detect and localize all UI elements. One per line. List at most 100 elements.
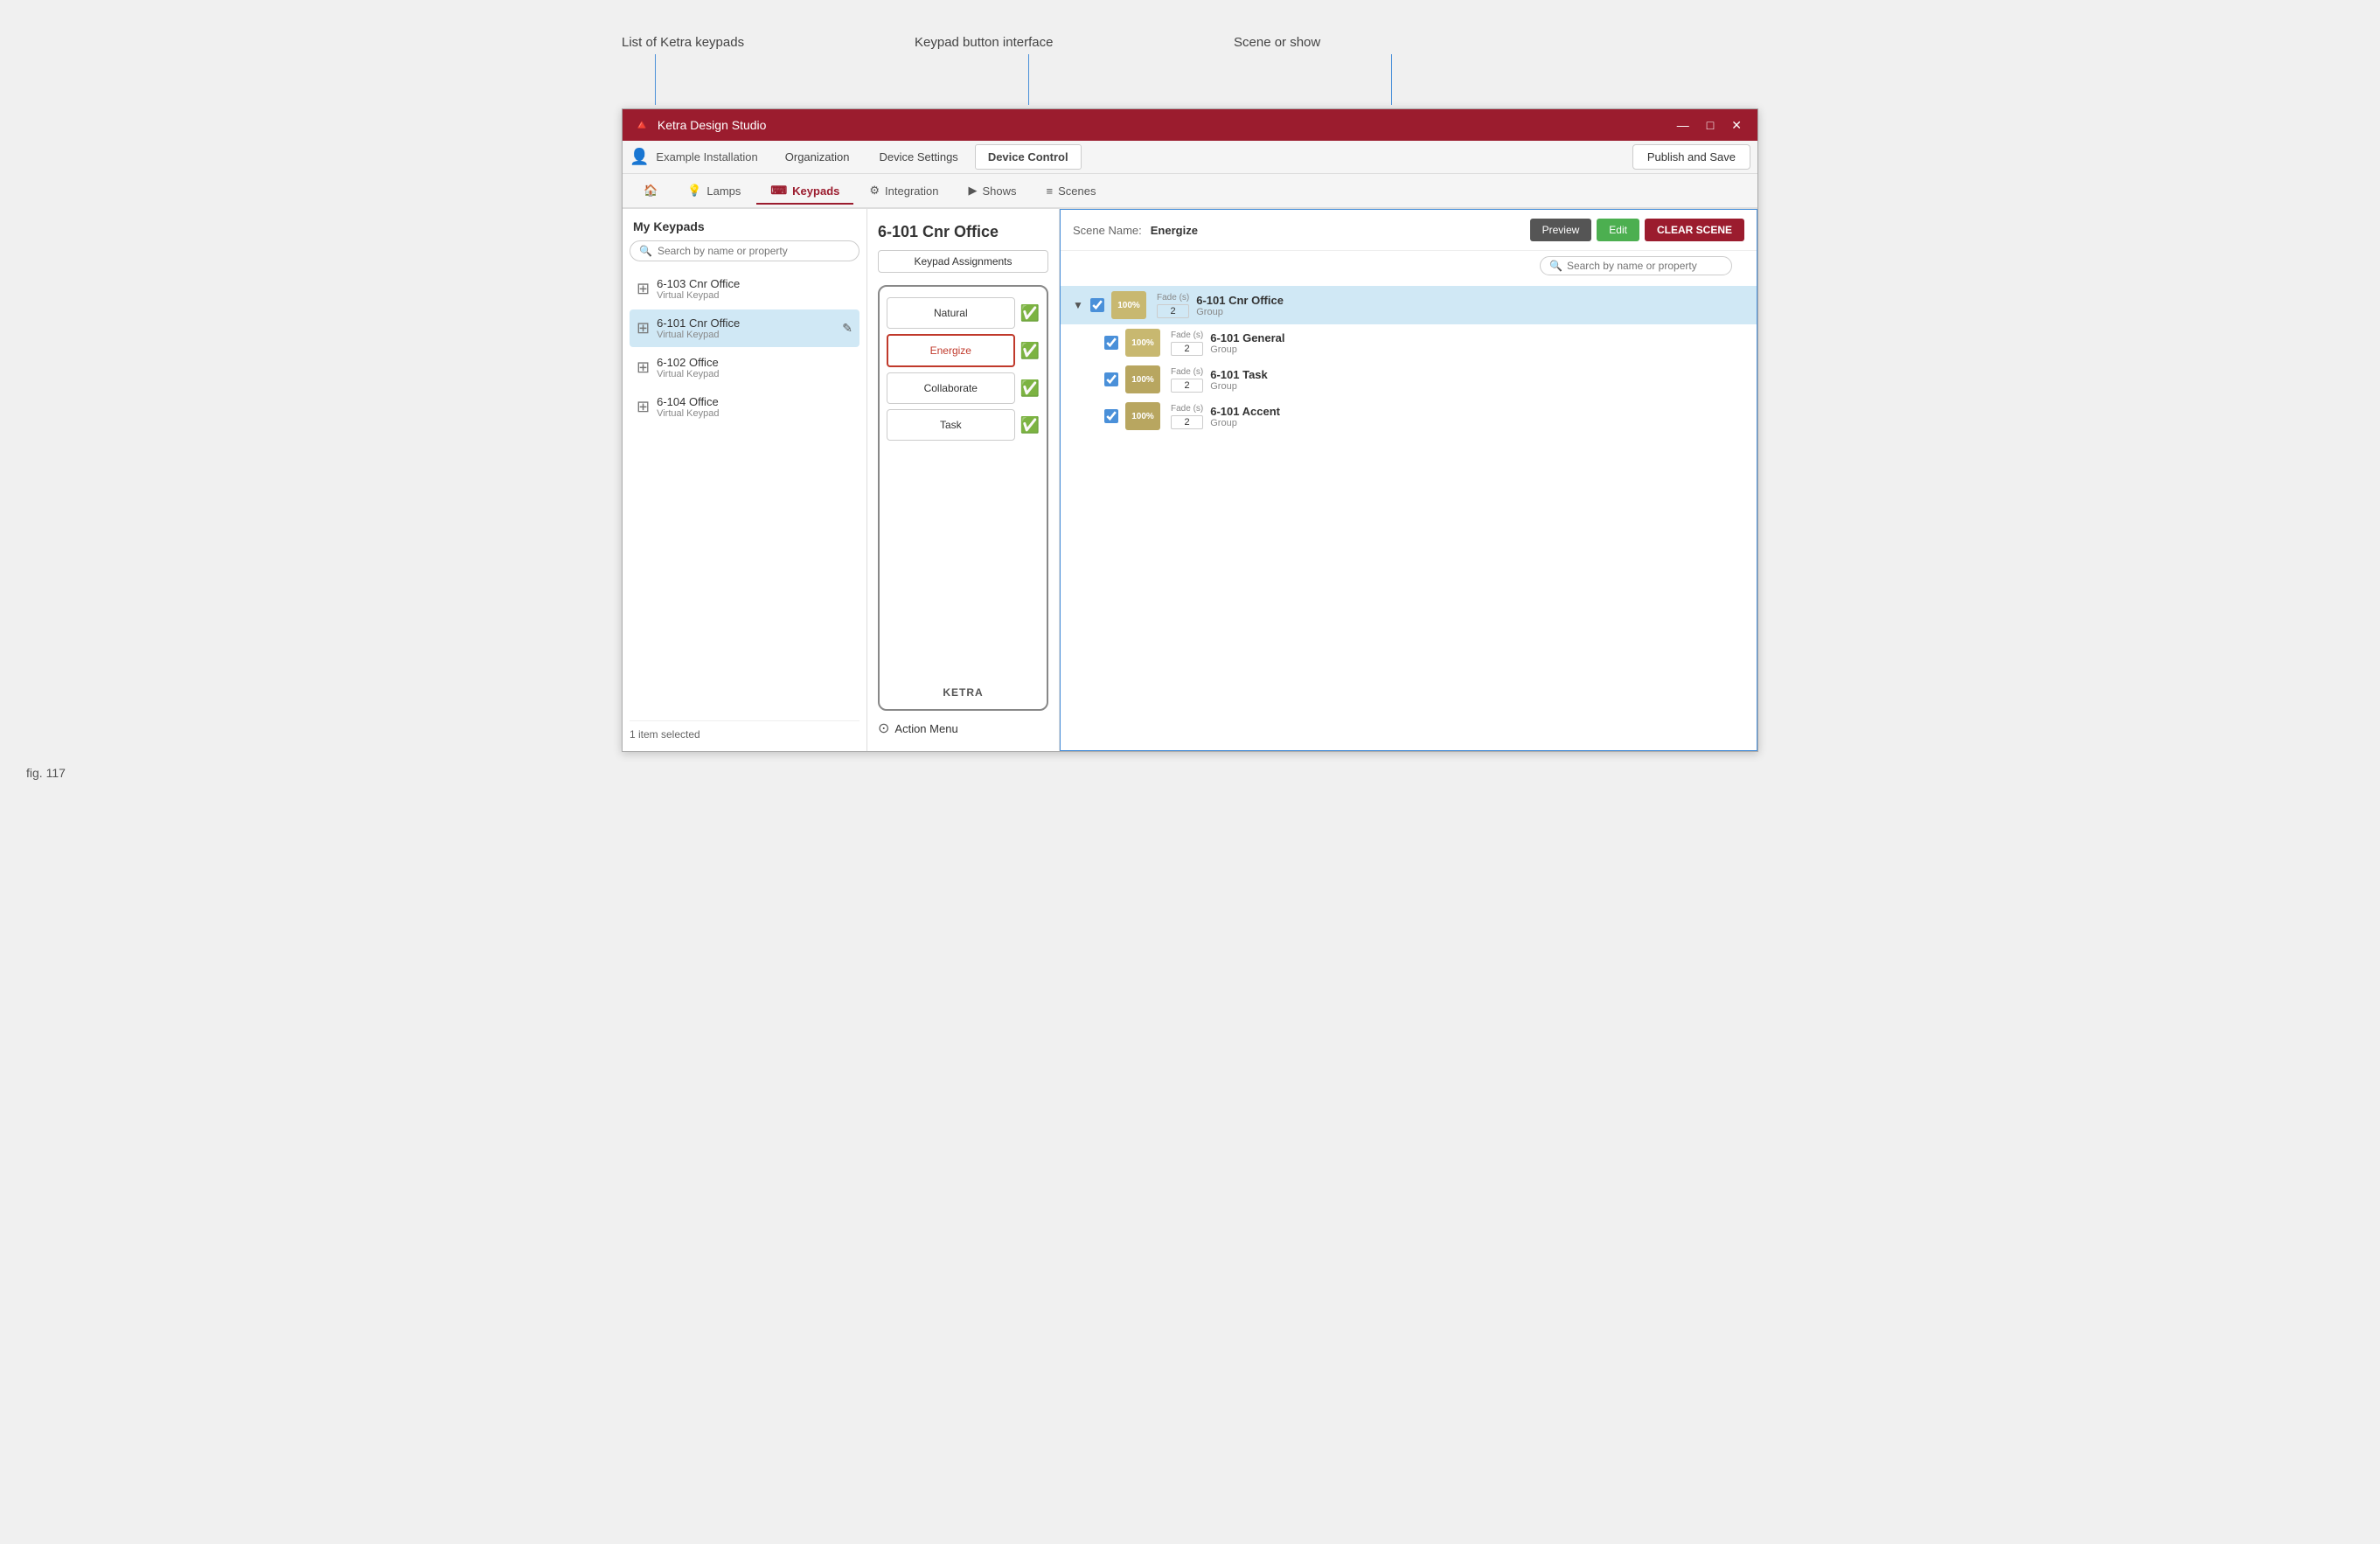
maximize-button[interactable]: □ bbox=[1701, 116, 1719, 134]
scene-fade-child-0: Fade (s) 2 bbox=[1171, 330, 1203, 356]
scene-pct-child-0: 100% bbox=[1131, 338, 1154, 348]
edit-keypad-icon[interactable]: ✎ bbox=[842, 321, 852, 336]
scene-name-value: Energize bbox=[1151, 224, 1198, 237]
keypad-device: Natural ✅ Energize ✅ Collaborate ✅ Task … bbox=[878, 285, 1048, 711]
scene-checkbox-child-0[interactable] bbox=[1104, 336, 1118, 350]
scene-fade-label-parent: Fade (s) bbox=[1157, 293, 1189, 303]
keypad-button-collaborate[interactable]: Collaborate bbox=[887, 372, 1015, 404]
center-panel: 6-101 Cnr Office Keypad Assignments Natu… bbox=[867, 209, 1060, 751]
app-logo-icon: 🔺 bbox=[633, 116, 651, 134]
keypads-icon: ⌨ bbox=[770, 184, 787, 198]
preview-button[interactable]: Preview bbox=[1530, 219, 1592, 241]
scene-list: ▼ 100% Fade (s) 2 6-101 Cnr Office Group bbox=[1061, 282, 1757, 750]
edit-button[interactable]: Edit bbox=[1597, 219, 1639, 241]
keypad-btn-row-1: Energize ✅ bbox=[887, 334, 1040, 367]
check-icon-natural: ✅ bbox=[1020, 304, 1040, 323]
sidebar-search-icon: 🔍 bbox=[639, 245, 652, 257]
nav-tab-integration[interactable]: ⚙ Integration bbox=[855, 178, 952, 205]
publish-save-button[interactable]: Publish and Save bbox=[1632, 144, 1750, 170]
keypad-item-0[interactable]: ⊞ 6-103 Cnr Office Virtual Keypad bbox=[630, 270, 859, 308]
sidebar-search-box[interactable]: 🔍 bbox=[630, 240, 859, 261]
keypad-sub-1: Virtual Keypad bbox=[657, 330, 740, 340]
nav-tab-lamps[interactable]: 💡 Lamps bbox=[673, 178, 755, 205]
scene-device-name-child-1: 6-101 Task bbox=[1210, 368, 1268, 381]
scene-checkbox-parent[interactable] bbox=[1090, 298, 1104, 312]
tab-device-settings[interactable]: Device Settings bbox=[866, 144, 971, 170]
scene-color-child-1: 100% bbox=[1125, 365, 1160, 393]
annotation-interface: Keypad button interface bbox=[915, 35, 1053, 50]
keypad-button-energize[interactable]: Energize bbox=[887, 334, 1015, 367]
sidebar-footer: 1 item selected bbox=[630, 720, 859, 741]
keypad-device-icon-2: ⊞ bbox=[637, 358, 650, 377]
keypad-button-natural[interactable]: Natural bbox=[887, 297, 1015, 329]
scene-device-name-child-0: 6-101 General bbox=[1210, 331, 1284, 344]
scene-color-child-2: 100% bbox=[1125, 402, 1160, 430]
scene-row-child-0[interactable]: 100% Fade (s) 2 6-101 General Group bbox=[1061, 324, 1757, 361]
keypad-device-icon-1: ⊞ bbox=[637, 319, 650, 337]
check-icon-collaborate: ✅ bbox=[1020, 379, 1040, 398]
right-panel-search-box[interactable]: 🔍 bbox=[1540, 256, 1732, 275]
keypad-item-1[interactable]: ⊞ 6-101 Cnr Office Virtual Keypad ✎ bbox=[630, 309, 859, 347]
home-icon: 🏠 bbox=[644, 184, 658, 198]
check-icon-energize: ✅ bbox=[1020, 342, 1040, 360]
installation-name: Example Installation bbox=[656, 150, 757, 163]
user-icon: 👤 bbox=[630, 148, 649, 166]
scene-checkbox-child-2[interactable] bbox=[1104, 409, 1118, 423]
scenes-icon: ≡ bbox=[1047, 184, 1054, 198]
minimize-button[interactable]: — bbox=[1672, 116, 1695, 134]
keypad-device-icon-3: ⊞ bbox=[637, 398, 650, 416]
keypad-sub-2: Virtual Keypad bbox=[657, 369, 719, 379]
scene-color-parent: 100% bbox=[1111, 291, 1146, 319]
check-icon-task: ✅ bbox=[1020, 416, 1040, 435]
sidebar-title: My Keypads bbox=[630, 219, 859, 233]
scene-pct-child-2: 100% bbox=[1131, 412, 1154, 421]
right-search-icon: 🔍 bbox=[1549, 260, 1562, 272]
right-panel-search-input[interactable] bbox=[1567, 260, 1722, 272]
scene-row-child-2[interactable]: 100% Fade (s) 2 6-101 Accent Group bbox=[1061, 398, 1757, 435]
scene-fade-val-child-2: 2 bbox=[1171, 415, 1203, 429]
scene-fade-label-child-1: Fade (s) bbox=[1171, 367, 1203, 377]
nav-tab-scenes[interactable]: ≡ Scenes bbox=[1033, 179, 1110, 205]
keypad-name-3: 6-104 Office bbox=[657, 395, 719, 408]
expand-arrow-icon: ▼ bbox=[1073, 299, 1083, 311]
keypad-btn-row-3: Task ✅ bbox=[887, 409, 1040, 441]
tab-organization[interactable]: Organization bbox=[772, 144, 863, 170]
keypad-name-0: 6-103 Cnr Office bbox=[657, 277, 740, 290]
main-content: My Keypads 🔍 ⊞ 6-103 Cnr Office Virtual … bbox=[623, 209, 1757, 751]
clear-scene-button[interactable]: CLEAR SCENE bbox=[1645, 219, 1744, 241]
shows-icon: ▶ bbox=[968, 184, 977, 198]
nav-tab-keypads[interactable]: ⌨ Keypads bbox=[756, 178, 853, 205]
keypad-sub-3: Virtual Keypad bbox=[657, 408, 719, 419]
scene-checkbox-child-1[interactable] bbox=[1104, 372, 1118, 386]
scene-fade-val-child-0: 2 bbox=[1171, 342, 1203, 356]
action-menu-icon: ⊙ bbox=[878, 720, 889, 737]
tab-device-control[interactable]: Device Control bbox=[975, 144, 1082, 170]
keypad-btn-row-0: Natural ✅ bbox=[887, 297, 1040, 329]
scene-row-parent[interactable]: ▼ 100% Fade (s) 2 6-101 Cnr Office Group bbox=[1061, 286, 1757, 324]
action-menu-row[interactable]: ⊙ Action Menu bbox=[878, 720, 1048, 737]
title-bar: 🔺 Ketra Design Studio — □ ✕ bbox=[623, 109, 1757, 141]
scene-device-name-parent: 6-101 Cnr Office bbox=[1196, 294, 1284, 307]
sidebar-search-input[interactable] bbox=[658, 245, 850, 257]
scene-fade-val-parent: 2 bbox=[1157, 304, 1189, 318]
scene-device-sub-child-0: Group bbox=[1210, 344, 1284, 355]
keypad-name-2: 6-102 Office bbox=[657, 356, 719, 369]
keypad-button-task[interactable]: Task bbox=[887, 409, 1015, 441]
nav-tab-shows[interactable]: ▶ Shows bbox=[954, 178, 1030, 205]
scene-fade-child-2: Fade (s) 2 bbox=[1171, 404, 1203, 429]
scene-row-child-1[interactable]: 100% Fade (s) 2 6-101 Task Group bbox=[1061, 361, 1757, 398]
scene-device-sub-child-1: Group bbox=[1210, 381, 1268, 392]
keypad-item-2[interactable]: ⊞ 6-102 Office Virtual Keypad bbox=[630, 349, 859, 386]
scene-pct-parent: 100% bbox=[1117, 301, 1140, 310]
close-button[interactable]: ✕ bbox=[1726, 116, 1747, 135]
keypad-btn-row-2: Collaborate ✅ bbox=[887, 372, 1040, 404]
keypad-assignments-button[interactable]: Keypad Assignments bbox=[878, 250, 1048, 273]
app-window: 🔺 Ketra Design Studio — □ ✕ 👤 Example In… bbox=[622, 108, 1758, 752]
keypad-device-icon-0: ⊞ bbox=[637, 280, 650, 298]
nav-tab-home[interactable]: 🏠 bbox=[630, 178, 672, 205]
keypad-item-3[interactable]: ⊞ 6-104 Office Virtual Keypad bbox=[630, 388, 859, 426]
sidebar: My Keypads 🔍 ⊞ 6-103 Cnr Office Virtual … bbox=[623, 209, 867, 751]
scene-name-label: Scene Name: bbox=[1073, 224, 1142, 237]
scene-fade-label-child-0: Fade (s) bbox=[1171, 330, 1203, 340]
right-panel-header: Scene Name: Energize Preview Edit CLEAR … bbox=[1061, 210, 1757, 251]
